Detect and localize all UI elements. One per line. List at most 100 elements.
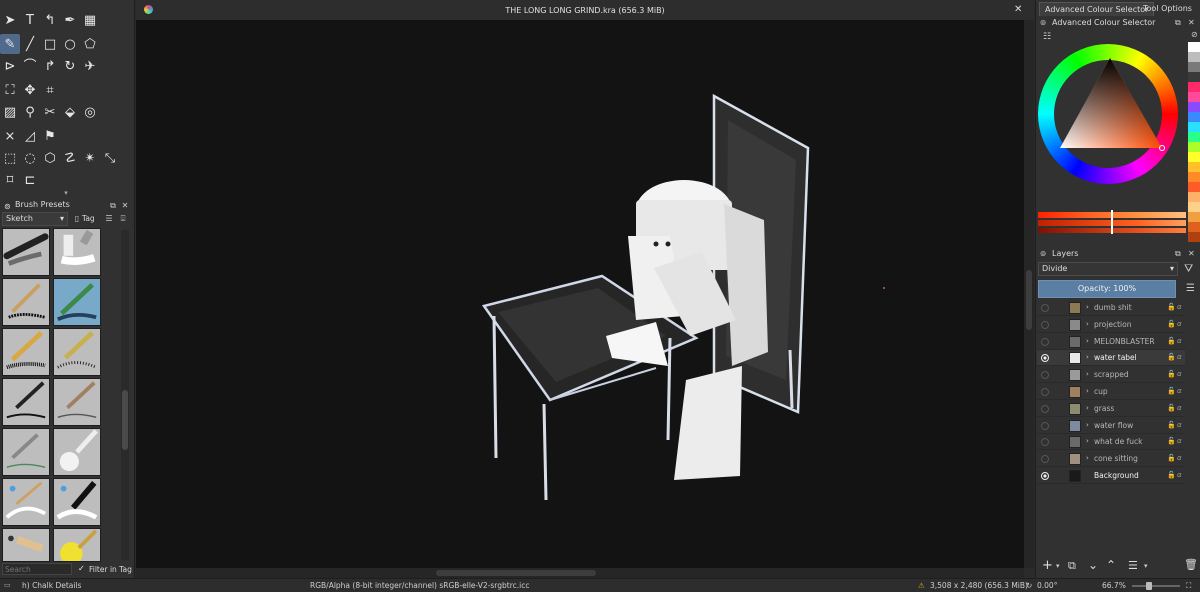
tab-tool-options[interactable]: Tool Options — [1138, 2, 1197, 16]
brush-preset-tile[interactable] — [2, 278, 50, 326]
expand-group-icon[interactable]: › — [1086, 337, 1089, 345]
move-tool-icon[interactable]: ✥ — [20, 80, 40, 100]
lock-icon[interactable]: 🔓 — [1167, 387, 1176, 395]
brush-preset-tile[interactable] — [2, 328, 50, 376]
zoom-value[interactable]: 66.7% — [1102, 581, 1126, 590]
alpha-lock-icon[interactable]: α — [1177, 370, 1182, 378]
visibility-eye-icon[interactable] — [1041, 337, 1049, 346]
dynamic-brush-icon[interactable]: ↻ — [60, 56, 80, 76]
chevron-down-icon[interactable]: ▾ — [1144, 562, 1148, 570]
tag-button-label[interactable]: Tag — [82, 214, 95, 223]
alpha-lock-icon[interactable]: α — [1177, 337, 1182, 345]
filter-icon[interactable]: ⛛ — [1184, 262, 1193, 276]
alpha-lock-icon[interactable]: α — [1177, 421, 1182, 429]
layer-name[interactable]: dumb shit — [1094, 303, 1132, 312]
rotate-icon[interactable]: ↻ — [1026, 581, 1032, 590]
ellipse-select-icon[interactable]: ◌ — [20, 148, 40, 168]
expand-group-icon[interactable]: › — [1086, 437, 1089, 445]
layer-row[interactable]: › cup 🔓 α — [1037, 384, 1185, 400]
alpha-lock-icon[interactable]: α — [1177, 454, 1182, 462]
lock-icon[interactable]: 🔓 — [1167, 353, 1176, 361]
lock-icon[interactable]: 🔓 — [1167, 437, 1176, 445]
lock-icon[interactable]: 🔓 — [1167, 454, 1176, 462]
duplicate-layer-icon[interactable]: ⧉ — [1068, 559, 1076, 573]
alpha-lock-icon[interactable]: α — [1177, 353, 1182, 361]
layer-row[interactable]: › what de fuck 🔓 α — [1037, 434, 1185, 451]
crop-tool-icon[interactable]: ⌗ — [40, 80, 60, 100]
layer-name[interactable]: water flow — [1094, 421, 1133, 430]
toolbox-resize-handle[interactable]: ▾ — [60, 189, 72, 197]
brush-preset-tile[interactable] — [53, 478, 101, 526]
pointer-icon[interactable]: ➤ — [0, 10, 20, 30]
contiguous-select-icon[interactable]: ✴ — [80, 148, 100, 168]
smart-patch-icon[interactable]: ✂ — [40, 102, 60, 122]
assistant-perspective-icon[interactable]: ⨯ — [0, 126, 20, 146]
fullscreen-icon[interactable]: ⛶ — [1186, 581, 1191, 591]
visibility-eye-icon[interactable] — [1041, 472, 1049, 480]
brush-preset-tile[interactable] — [2, 528, 50, 562]
layer-row[interactable]: › cone sitting 🔓 α — [1037, 451, 1185, 468]
layer-row[interactable]: › projection 🔓 α — [1037, 317, 1185, 333]
expand-group-icon[interactable]: › — [1086, 454, 1089, 462]
canvas-horizontal-scrollbar[interactable] — [136, 568, 1024, 578]
measure-tool-icon[interactable]: ◿ — [20, 126, 40, 146]
float-docker-icon[interactable]: ⧉ — [1175, 18, 1181, 28]
alpha-lock-icon[interactable]: α — [1177, 320, 1182, 328]
lock-icon[interactable]: 🔓 — [1167, 303, 1176, 311]
delete-layer-icon[interactable]: 🗑 — [1184, 558, 1198, 571]
reference-image-icon[interactable]: ⚑ — [40, 126, 60, 146]
visibility-eye-icon[interactable] — [1041, 404, 1049, 413]
blend-mode-select[interactable]: Divide ▾ — [1038, 262, 1178, 276]
brush-preset-tile[interactable] — [53, 428, 101, 476]
layer-row[interactable]: › scrapped 🔓 α — [1037, 367, 1185, 384]
chevron-down-icon[interactable]: ▾ — [1056, 562, 1060, 570]
layer-name[interactable]: water tabel — [1094, 353, 1137, 362]
gradient-tool-icon[interactable]: ▨ — [0, 102, 20, 122]
visibility-eye-icon[interactable] — [1041, 438, 1049, 447]
saturation-value-triangle[interactable] — [1058, 58, 1168, 158]
layer-row[interactable]: › water flow 🔓 α — [1037, 418, 1185, 434]
colour-history-swatches[interactable] — [1188, 42, 1200, 242]
brush-search-input[interactable] — [2, 563, 72, 575]
lock-icon[interactable]: 🔓 — [1167, 320, 1176, 328]
alpha-lock-icon[interactable]: α — [1177, 471, 1182, 479]
tag-icon[interactable]: ▯ — [72, 214, 82, 224]
visibility-eye-icon[interactable] — [1041, 421, 1049, 430]
lock-icon[interactable]: 🔓 — [1167, 404, 1176, 412]
visibility-eye-icon[interactable] — [1041, 354, 1049, 363]
lock-icon[interactable]: 🔓 — [1167, 471, 1176, 479]
expand-group-icon[interactable]: › — [1086, 320, 1089, 328]
list-view-icon[interactable]: ☰ — [104, 214, 114, 224]
lock-icon[interactable]: 🔓 — [1167, 421, 1176, 429]
opacity-slider[interactable]: Opacity: 100% — [1038, 280, 1176, 298]
close-docker-icon[interactable]: ✕ — [1188, 249, 1195, 258]
brush-preset-tile[interactable] — [2, 428, 50, 476]
visibility-eye-icon[interactable] — [1041, 304, 1049, 312]
close-docker-icon[interactable]: ✕ — [1188, 18, 1195, 27]
expand-group-icon[interactable]: › — [1086, 421, 1089, 429]
text-tool-icon[interactable]: T — [20, 10, 40, 30]
alpha-lock-icon[interactable]: α — [1177, 437, 1182, 445]
filter-checkbox[interactable]: ✓ — [78, 564, 85, 573]
multibrush-icon[interactable]: ✈ — [80, 56, 100, 76]
freehand-path-icon[interactable]: ↱ — [40, 56, 60, 76]
import-icon[interactable]: ⍗ — [118, 214, 128, 224]
line-tool-icon[interactable]: ╱ — [20, 34, 40, 54]
layer-name[interactable]: MELONBLASTER — [1094, 337, 1155, 346]
colour-settings-icon[interactable]: ☷ — [1043, 32, 1051, 42]
visibility-eye-icon[interactable] — [1041, 320, 1049, 329]
bezier-select-icon[interactable]: ⌑ — [0, 170, 20, 190]
transform-tool-icon[interactable]: ⛶ — [0, 80, 20, 100]
scroll-thumb[interactable] — [436, 570, 596, 576]
brush-presets-scrollbar[interactable] — [121, 230, 129, 560]
canvas-vertical-scrollbar[interactable] — [1024, 20, 1034, 568]
visibility-eye-icon[interactable] — [1041, 371, 1049, 380]
similar-select-icon[interactable]: ⤡ — [100, 148, 120, 168]
assistant-tool-icon[interactable]: ▦ — [80, 10, 100, 30]
alpha-lock-icon[interactable]: α — [1177, 404, 1182, 412]
alpha-lock-icon[interactable]: α — [1177, 303, 1182, 311]
expand-group-icon[interactable]: › — [1086, 353, 1089, 361]
calligraphy-icon[interactable]: ✒ — [60, 10, 80, 30]
layer-name[interactable]: projection — [1094, 320, 1131, 329]
brush-preset-tile-selected[interactable] — [53, 278, 101, 326]
